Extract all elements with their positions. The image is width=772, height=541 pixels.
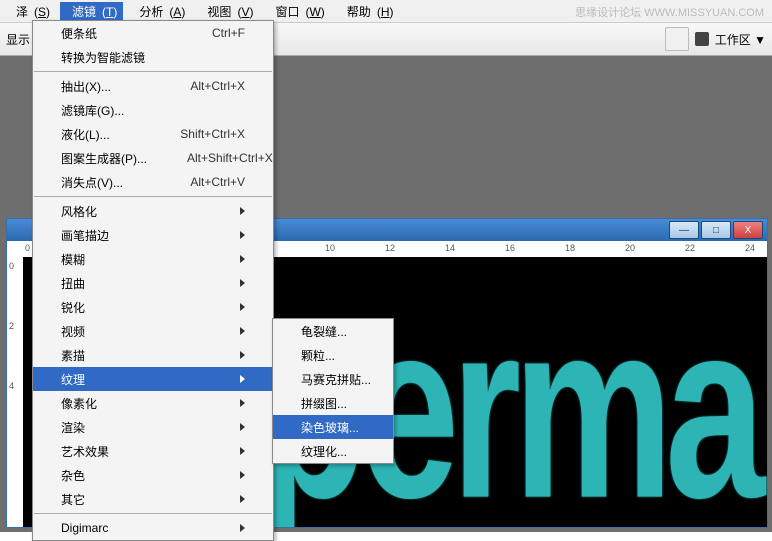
close-button[interactable]: X xyxy=(733,221,763,239)
menu-item[interactable]: 转换为智能滤镜 xyxy=(33,45,273,69)
minimize-button[interactable]: — xyxy=(669,221,699,239)
toolbar-show-label: 显示 xyxy=(6,31,30,48)
submenu-item[interactable]: 拼缀图... xyxy=(273,391,393,415)
watermark-text: 思缘设计论坛 WWW.MISSYUAN.COM xyxy=(575,4,764,20)
menu-item[interactable]: 画笔描边 xyxy=(33,223,273,247)
menu-select[interactable]: 泽(S) xyxy=(4,2,56,20)
submenu-item[interactable]: 龟裂缝... xyxy=(273,319,393,343)
menu-item[interactable]: Digimarc xyxy=(33,516,273,540)
menu-analysis[interactable]: 分析(A) xyxy=(127,2,191,20)
menu-item[interactable]: 视频 xyxy=(33,319,273,343)
workspace-dropdown[interactable]: 工作区 ▼ xyxy=(715,31,766,48)
menu-help[interactable]: 帮助(H) xyxy=(335,2,400,20)
menu-item[interactable]: 艺术效果 xyxy=(33,439,273,463)
menu-item[interactable]: 消失点(V)...Alt+Ctrl+V xyxy=(33,170,273,194)
menu-item[interactable]: 风格化 xyxy=(33,199,273,223)
submenu-item[interactable]: 纹理化... xyxy=(273,439,393,463)
menu-item[interactable]: 其它 xyxy=(33,487,273,511)
menu-item[interactable]: 便条纸Ctrl+F xyxy=(33,21,273,45)
ruler-vertical: 024 xyxy=(7,257,24,527)
menu-item[interactable]: 滤镜库(G)... xyxy=(33,98,273,122)
filter-dropdown: 便条纸Ctrl+F转换为智能滤镜抽出(X)...Alt+Ctrl+X滤镜库(G)… xyxy=(32,20,274,541)
menu-item[interactable]: 渲染 xyxy=(33,415,273,439)
menu-item[interactable]: 像素化 xyxy=(33,391,273,415)
menu-view[interactable]: 视图(V) xyxy=(195,2,259,20)
texture-submenu: 龟裂缝...颗粒...马赛克拼贴...拼缀图...染色玻璃...纹理化... xyxy=(272,318,394,464)
gear-icon[interactable] xyxy=(695,32,709,46)
menu-item[interactable]: 纹理 xyxy=(33,367,273,391)
menu-item[interactable]: 锐化 xyxy=(33,295,273,319)
menu-item[interactable]: 扭曲 xyxy=(33,271,273,295)
menu-window[interactable]: 窗口(W) xyxy=(263,2,330,20)
menu-filter[interactable]: 滤镜(T) xyxy=(60,2,123,20)
menu-item[interactable]: 素描 xyxy=(33,343,273,367)
menu-item[interactable]: 杂色 xyxy=(33,463,273,487)
menu-item[interactable]: 模糊 xyxy=(33,247,273,271)
maximize-button[interactable]: □ xyxy=(701,221,731,239)
submenu-item[interactable]: 马赛克拼贴... xyxy=(273,367,393,391)
submenu-item[interactable]: 颗粒... xyxy=(273,343,393,367)
toolbar-button[interactable] xyxy=(665,27,689,51)
submenu-item[interactable]: 染色玻璃... xyxy=(273,415,393,439)
menu-item[interactable]: 抽出(X)...Alt+Ctrl+X xyxy=(33,74,273,98)
menu-item[interactable]: 液化(L)...Shift+Ctrl+X xyxy=(33,122,273,146)
menu-item[interactable]: 图案生成器(P)...Alt+Shift+Ctrl+X xyxy=(33,146,273,170)
